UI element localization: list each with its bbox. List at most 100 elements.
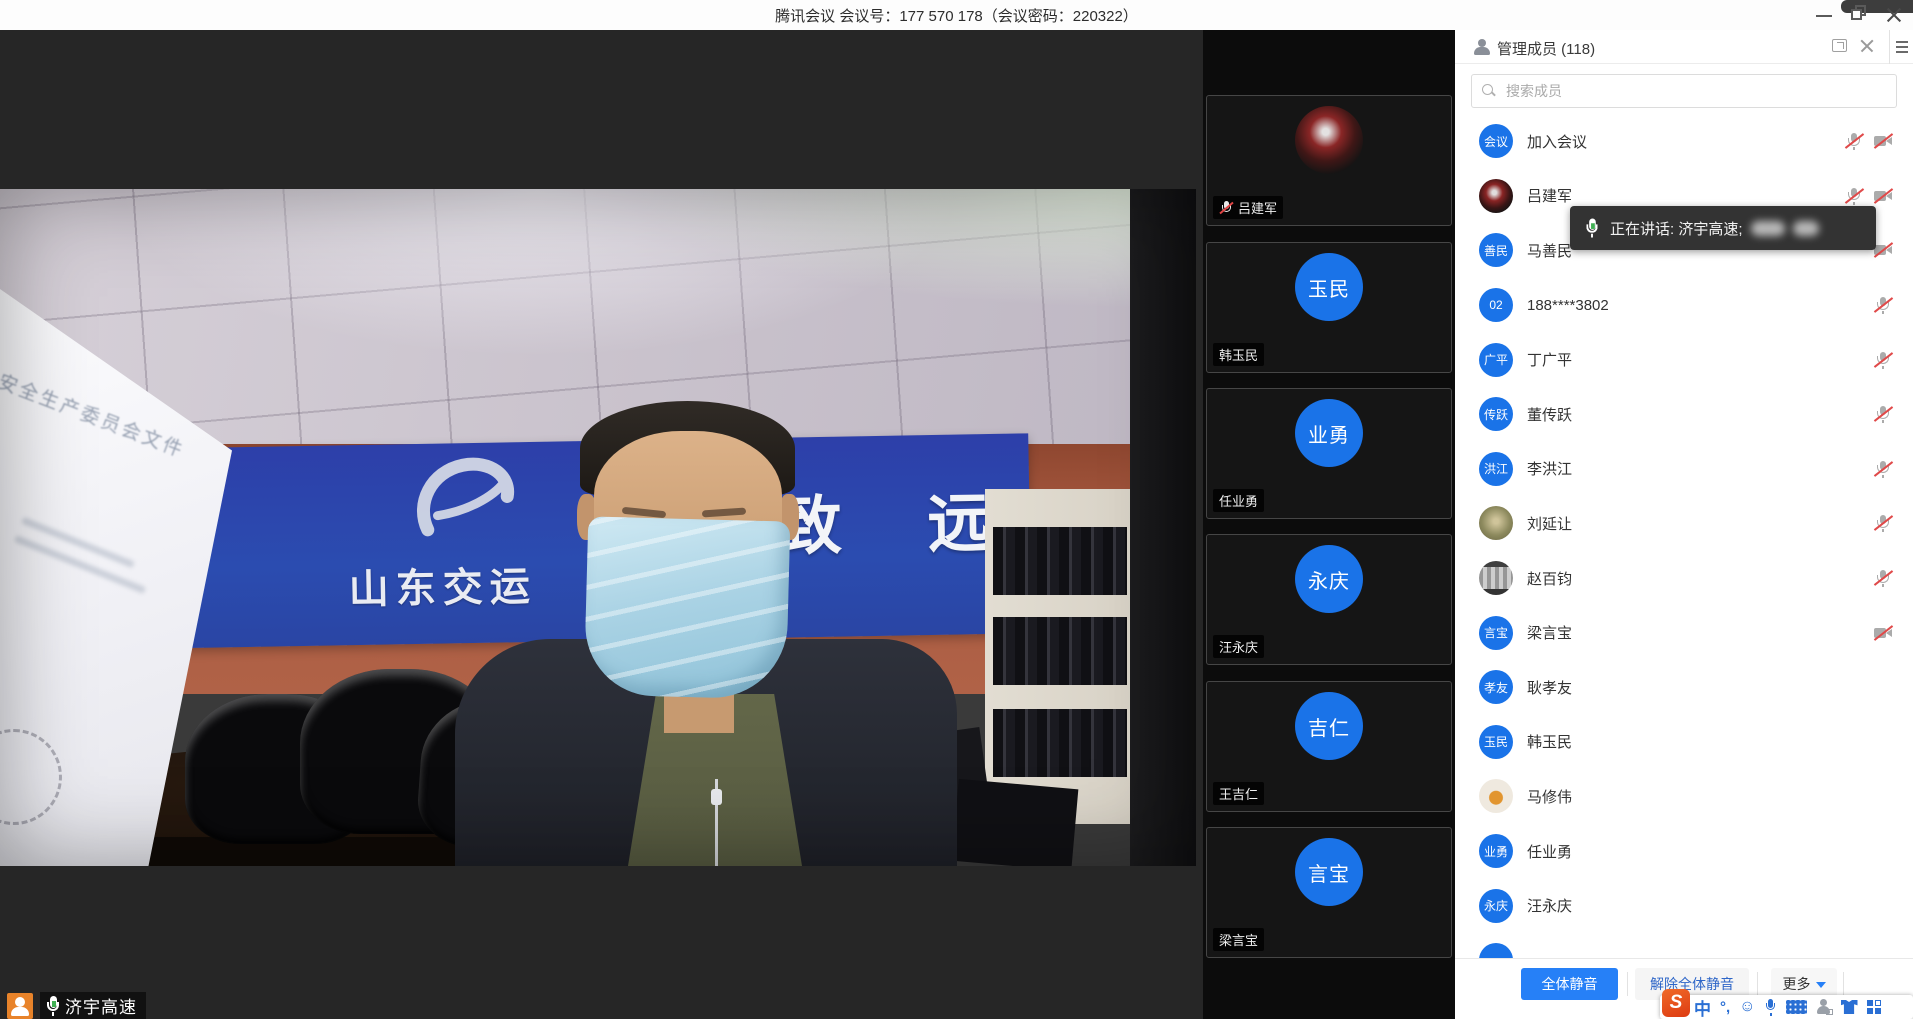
- chevron-down-icon: [1816, 982, 1826, 988]
- avatar: [1479, 506, 1513, 540]
- ime-toolbar: S 中 °, ☺: [1660, 995, 1913, 1019]
- toolbox-grid-icon[interactable]: [1867, 1000, 1881, 1014]
- avatar: [1295, 106, 1363, 174]
- camera-off-icon[interactable]: [1873, 240, 1893, 260]
- avatar: [1479, 943, 1513, 958]
- participant-name: 汪永庆: [1219, 637, 1258, 656]
- banner-logo-text: 山东交运: [348, 554, 537, 615]
- ime-punctuation-icon[interactable]: °,: [1720, 999, 1730, 1016]
- video-tile[interactable]: 业勇 任业勇: [1206, 388, 1452, 519]
- video-tile[interactable]: 玉民 韩玉民: [1206, 242, 1452, 373]
- title-bar: 腾讯会议 会议号：177 570 178（会议密码：220322）: [0, 0, 1913, 30]
- avatar: 言宝: [1479, 616, 1513, 650]
- member-row[interactable]: 孝友 耿孝友: [1455, 660, 1913, 715]
- member-row[interactable]: 言宝 梁言宝: [1455, 605, 1913, 660]
- minimize-button[interactable]: [1807, 0, 1841, 28]
- blurred-name: [1751, 221, 1785, 236]
- participant-name: 任业勇: [1219, 491, 1258, 510]
- avatar: 孝友: [1479, 670, 1513, 704]
- member-name: 188****3802: [1527, 297, 1609, 314]
- active-speaker-label: 济宇高速: [7, 992, 146, 1019]
- mic-muted-icon[interactable]: [1844, 186, 1864, 206]
- member-name: 任业勇: [1527, 841, 1572, 862]
- mic-muted-icon[interactable]: [1873, 513, 1893, 533]
- keyboard-icon[interactable]: [1786, 1000, 1807, 1014]
- member-row[interactable]: 业勇 任业勇: [1455, 824, 1913, 879]
- mic-muted-icon[interactable]: [1873, 404, 1893, 424]
- panel-menu-icon[interactable]: [1889, 30, 1913, 64]
- video-thumbnail-strip: 吕建军 玉民 韩玉民 业勇 任业勇 永庆 汪永庆 吉仁 王吉仁 言宝 梁言宝: [1203, 30, 1455, 1019]
- member-row[interactable]: 赵百钧: [1455, 551, 1913, 606]
- camera-off-icon[interactable]: [1873, 623, 1893, 643]
- avatar: 永庆: [1479, 889, 1513, 923]
- member-name: 耿孝友: [1527, 677, 1572, 698]
- member-name: 丁广平: [1527, 349, 1572, 370]
- avatar: 洪江: [1479, 452, 1513, 486]
- member-management-panel: 管理成员 (118) 会议 加入会议 吕建军: [1455, 30, 1913, 1019]
- panel-close-icon[interactable]: [1859, 38, 1875, 54]
- mic-muted-icon: [1219, 200, 1234, 216]
- members-icon: [1473, 38, 1491, 56]
- close-button[interactable]: [1877, 0, 1911, 28]
- member-row[interactable]: 洪江 李洪江: [1455, 442, 1913, 497]
- member-name: 马善民: [1527, 240, 1572, 261]
- mic-active-icon: [1584, 218, 1599, 239]
- camera-off-icon[interactable]: [1873, 186, 1893, 206]
- member-row[interactable]: 广平 丁广平: [1455, 332, 1913, 387]
- member-row-partial[interactable]: [1455, 933, 1913, 958]
- panel-header: 管理成员 (118): [1455, 30, 1913, 64]
- main-video-area: 山东交运 致 远 安全生产委员会文件: [0, 30, 1203, 1019]
- avatar: [1479, 561, 1513, 595]
- popout-icon[interactable]: [1832, 39, 1847, 52]
- blurred-name: [1793, 221, 1819, 236]
- member-row[interactable]: 刘延让: [1455, 496, 1913, 551]
- mic-muted-icon[interactable]: [1873, 568, 1893, 588]
- participant-name: 王吉仁: [1219, 784, 1258, 803]
- search-input[interactable]: [1504, 76, 1884, 106]
- avatar: 传跃: [1479, 397, 1513, 431]
- avatar: 业勇: [1479, 834, 1513, 868]
- member-name: 加入会议: [1527, 131, 1587, 152]
- mic-muted-icon[interactable]: [1873, 295, 1893, 315]
- member-search-box[interactable]: [1471, 74, 1897, 108]
- mic-active-icon: [45, 995, 61, 1017]
- panel-title: 管理成员 (118): [1497, 38, 1595, 59]
- member-row[interactable]: 02 188****3802: [1455, 278, 1913, 333]
- room-dark-corner: [1130, 189, 1196, 866]
- participant-name: 韩玉民: [1219, 345, 1258, 364]
- room-ceiling: [0, 189, 1196, 451]
- member-row[interactable]: 马修伟: [1455, 769, 1913, 824]
- member-row[interactable]: 传跃 董传跃: [1455, 387, 1913, 442]
- mute-all-button[interactable]: 全体静音: [1521, 968, 1618, 1000]
- emoji-icon[interactable]: ☺: [1739, 999, 1755, 1015]
- face-mask: [584, 516, 791, 699]
- avatar: 02: [1479, 288, 1513, 322]
- account-icon[interactable]: [1816, 999, 1832, 1015]
- member-row[interactable]: 永庆 汪永庆: [1455, 878, 1913, 933]
- video-tile[interactable]: 吕建军: [1206, 95, 1452, 226]
- mic-muted-icon[interactable]: [1844, 131, 1864, 151]
- member-name: 赵百钧: [1527, 568, 1572, 589]
- avatar: 业勇: [1295, 399, 1363, 467]
- member-name: 梁言宝: [1527, 622, 1572, 643]
- restore-button[interactable]: [1841, 0, 1875, 28]
- camera-off-icon[interactable]: [1873, 131, 1893, 151]
- voice-input-icon[interactable]: [1765, 999, 1777, 1016]
- sogou-logo-icon[interactable]: S: [1662, 989, 1690, 1017]
- video-tile[interactable]: 永庆 汪永庆: [1206, 534, 1452, 665]
- window-title: 腾讯会议 会议号：177 570 178（会议密码：220322）: [0, 5, 1913, 26]
- video-tile[interactable]: 吉仁 王吉仁: [1206, 681, 1452, 812]
- video-tile[interactable]: 言宝 梁言宝: [1206, 827, 1452, 958]
- mic-muted-icon[interactable]: [1873, 459, 1893, 479]
- avatar: 玉民: [1295, 253, 1363, 321]
- avatar: 玉民: [1479, 725, 1513, 759]
- member-name: 汪永庆: [1527, 895, 1572, 916]
- member-row[interactable]: 会议 加入会议: [1455, 114, 1913, 169]
- skin-icon[interactable]: [1841, 1000, 1858, 1014]
- round-stamp: [0, 729, 62, 825]
- ime-language-icon[interactable]: 中: [1694, 995, 1711, 1019]
- member-row[interactable]: 玉民 韩玉民: [1455, 715, 1913, 770]
- speaker-name: 济宇高速: [65, 993, 137, 1018]
- dark-object: [952, 779, 1079, 866]
- mic-muted-icon[interactable]: [1873, 350, 1893, 370]
